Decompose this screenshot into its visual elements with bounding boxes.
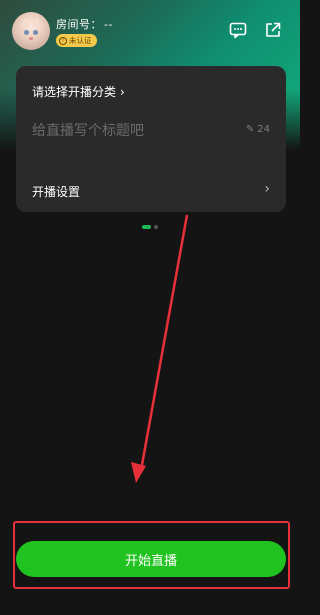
start-live-button[interactable]: 开始直播 xyxy=(16,541,286,577)
chat-icon[interactable] xyxy=(229,21,247,39)
category-selector[interactable]: 请选择开播分类 › xyxy=(32,83,125,100)
room-number-value: -- xyxy=(104,18,113,31)
cat-nose xyxy=(29,37,33,40)
chevron-right-icon: › xyxy=(120,84,125,99)
room-number: 房间号： -- xyxy=(56,16,113,32)
cat-avatar-icon[interactable] xyxy=(12,12,50,50)
page-dot-active xyxy=(142,225,151,229)
share-icon[interactable] xyxy=(264,21,282,39)
badge-info-icon: ! xyxy=(59,36,67,45)
cat-ear-right xyxy=(32,17,42,26)
page-dot xyxy=(154,225,158,229)
chevron-right-icon: › xyxy=(264,181,270,197)
cat-ear-left xyxy=(20,17,30,26)
badge-text: 未认证 xyxy=(69,36,92,45)
category-label: 请选择开播分类 xyxy=(32,85,117,99)
cat-eye-right xyxy=(33,30,38,35)
live-setup-panel: 请选择开播分类 › ✎ 24 开播设置 › xyxy=(16,66,286,212)
live-settings-label: 开播设置 xyxy=(32,185,81,199)
pen-icon: ✎ xyxy=(245,124,255,135)
live-title-input[interactable] xyxy=(32,120,237,142)
char-counter: ✎ 24 xyxy=(246,124,270,135)
page-indicator xyxy=(142,225,158,229)
cat-eye-left xyxy=(24,30,29,35)
room-number-label: 房间号： xyxy=(56,18,102,31)
verification-badge[interactable]: ! 未认证 xyxy=(56,34,97,47)
live-settings-row[interactable]: 开播设置 › xyxy=(32,174,270,208)
char-counter-value: 24 xyxy=(257,124,270,135)
